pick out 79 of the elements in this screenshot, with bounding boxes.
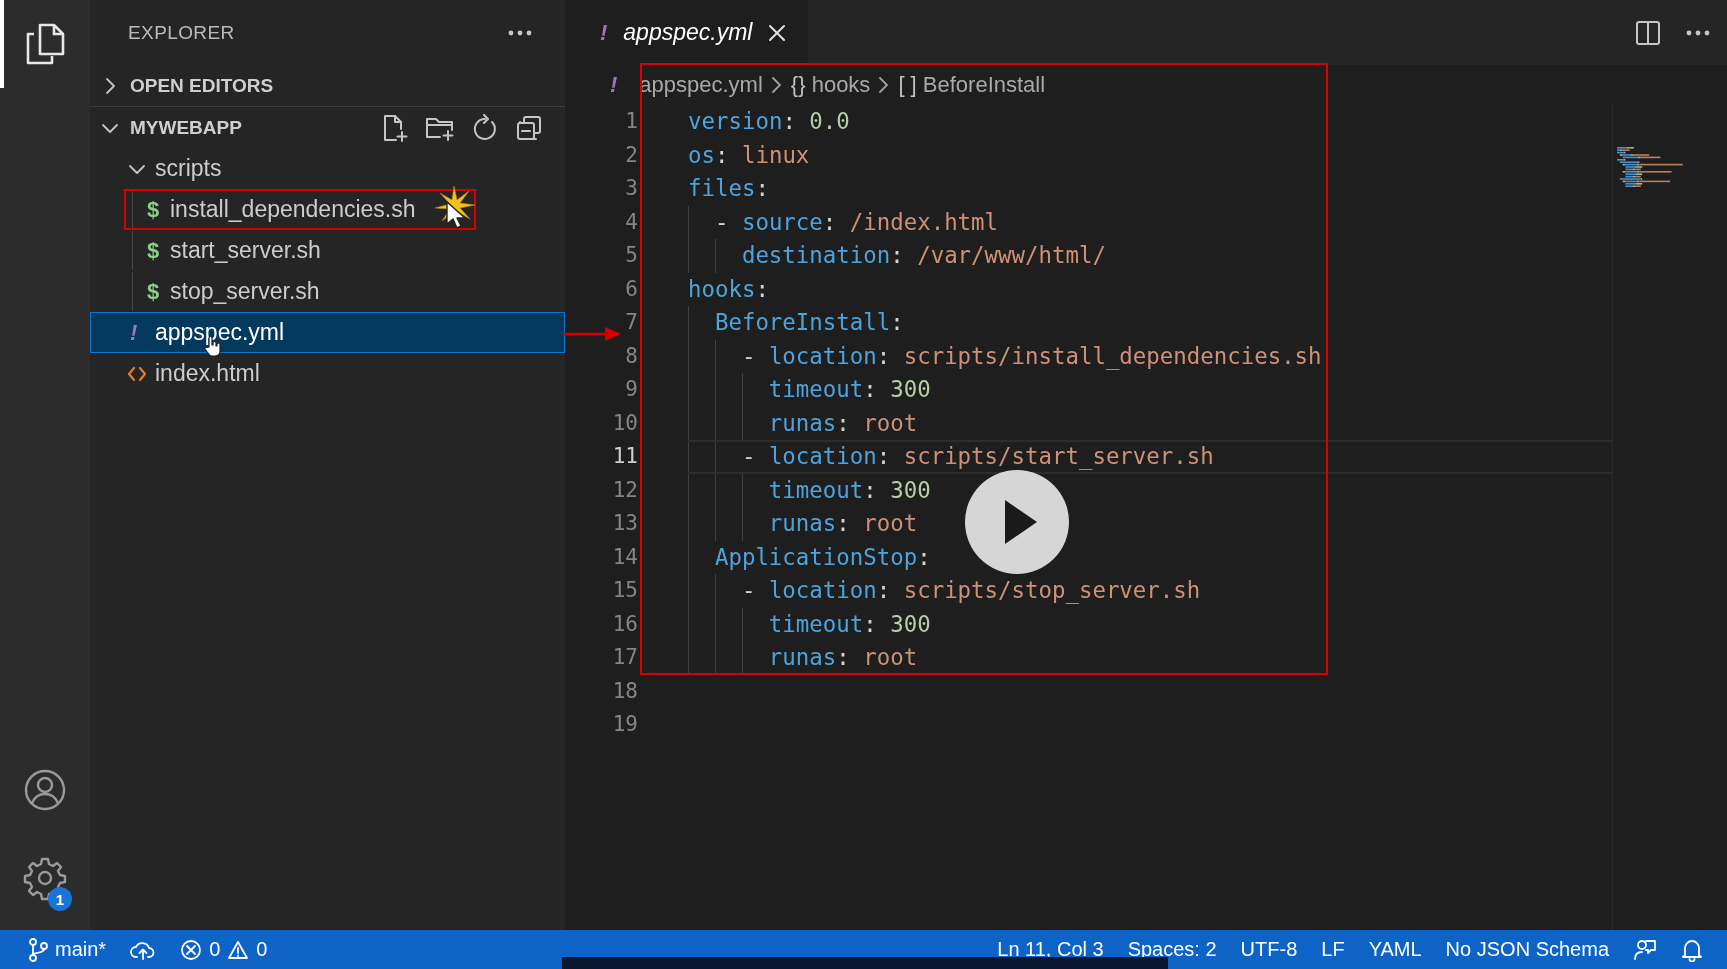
line-number: 3 [625,175,638,202]
split-editor-icon[interactable] [1635,19,1661,46]
line-number: 8 [625,342,638,370]
line-number: 6 [625,275,638,303]
panel-title: EXPLORER [128,22,235,44]
line-number: 1 [625,108,638,135]
line-number: 15 [612,577,638,604]
line-number: 16 [612,610,638,638]
line-number: 4 [625,208,638,236]
line-number: 7 [625,309,638,336]
status-item[interactable]: Spaces: 2 [1127,938,1217,961]
breadcrumb-item[interactable]: [ ] BeforeInstall [898,72,1046,98]
new-file-icon[interactable] [381,113,409,142]
line-number: 2 [625,141,638,169]
breadcrumb-item[interactable]: appspec.yml [639,72,763,98]
status-item[interactable]: Ln 11, Col 3 [997,938,1104,961]
line-number: 10 [612,409,638,437]
status-item[interactable]: UTF-8 [1240,938,1298,961]
section-header[interactable]: MYWEBAPP [98,112,242,143]
line-number: 18 [612,677,638,705]
breadcrumb-item[interactable]: {} hooks [790,72,871,98]
pointer-icon [445,200,467,230]
yaml-file-icon: ! [130,319,138,346]
code-line: runas: root [768,408,918,438]
code-line: - location: scripts/start_server.sh [741,442,1214,472]
account-icon[interactable] [22,767,68,813]
code-line: destination: /var/www/html/ [741,241,1106,270]
play-button[interactable] [965,470,1069,574]
code-line: hooks: [688,274,769,304]
code-line: version: 0.0 [688,107,850,136]
line-number: 12 [612,476,638,504]
status-item[interactable]: LF [1321,938,1345,961]
line-number: 9 [625,376,638,403]
code-line: BeforeInstall: [714,308,904,337]
line-number: 19 [612,711,638,738]
code-brackets-icon [127,365,147,382]
branch-button[interactable]: main* [28,937,107,962]
line-number: 14 [612,543,638,571]
code-line: timeout: 300 [768,475,931,505]
shell-file-icon: $ [147,196,160,223]
line-number: 17 [612,644,638,671]
bell-icon[interactable] [1681,937,1703,962]
collapse-all-icon[interactable] [515,113,543,142]
error-icon [180,938,203,961]
line-number: 5 [625,242,638,269]
tree-item[interactable]: scripts [90,148,565,189]
shell-file-icon: $ [147,278,160,305]
code-line: runas: root [768,509,918,538]
code-line: - location: scripts/stop_server.sh [741,576,1201,606]
status-item[interactable]: YAML [1368,938,1422,961]
code-line: runas: root [768,643,918,672]
problems-button[interactable]: 0 0 [180,938,268,961]
code-line: timeout: 300 [768,609,931,639]
line-number: 13 [612,510,638,537]
code-line: - source: /index.html [714,207,999,237]
yaml-file-icon: ! [610,72,618,98]
warning-icon [227,939,250,960]
code-line: ApplicationStop: [714,542,931,572]
close-icon[interactable] [768,23,787,42]
more-icon[interactable] [507,29,533,37]
code-line: - location: scripts/install_dependencies.sh [741,341,1322,372]
tree-item[interactable]: index.html [90,353,565,394]
yaml-file-icon: ! [600,19,608,46]
feedback-icon[interactable] [1633,937,1657,962]
tab-label: appspec.yml [623,19,753,46]
code-line: os: linux [688,140,810,170]
status-item[interactable]: No JSON Schema [1445,938,1609,961]
line-number: 11 [612,443,638,470]
chevron-right-icon [770,75,783,95]
code-line: timeout: 300 [768,375,931,404]
chevron-right-icon [878,75,891,95]
code-line: files: [688,174,769,203]
notification-badge: 1 [48,887,72,911]
shell-file-icon: $ [147,237,160,264]
section-header[interactable]: OPEN EDITORS [98,71,274,101]
editor-tab[interactable]: ! appspec.yml [565,0,809,65]
more-icon[interactable] [1685,28,1711,37]
refresh-icon[interactable] [471,113,499,142]
branch-icon [28,937,48,962]
